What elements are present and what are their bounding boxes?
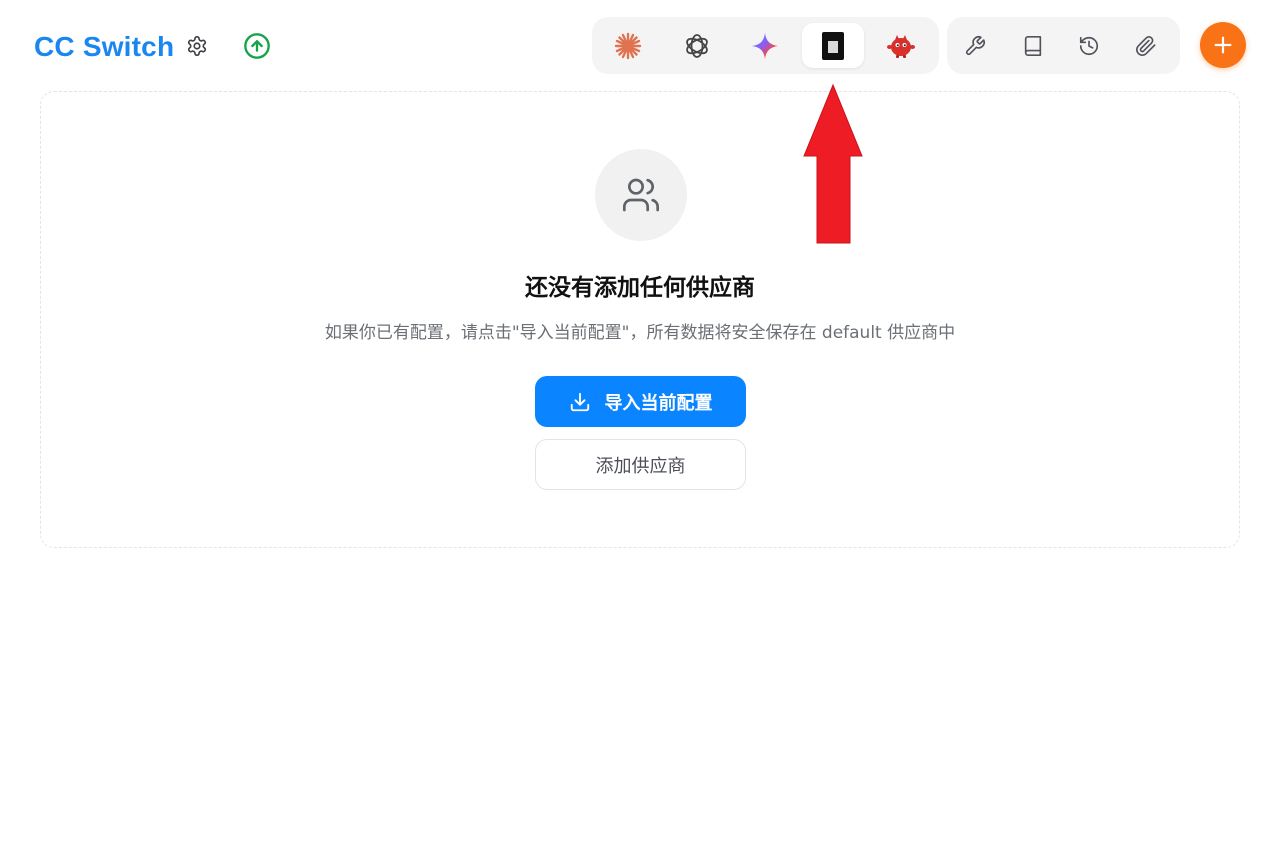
import-config-label: 导入当前配置 (604, 392, 713, 414)
app-tab-claude[interactable] (597, 23, 659, 68)
paperclip-icon (1136, 36, 1156, 56)
empty-state-card: 还没有添加任何供应商 如果你已有配置，请点击"导入当前配置"，所有数据将安全保存… (40, 91, 1240, 548)
app-switcher (592, 17, 939, 74)
gemini-sparkle-icon (752, 32, 778, 59)
download-icon (570, 392, 589, 411)
empty-state-description: 如果你已有配置，请点击"导入当前配置"，所有数据将安全保存在 default 供… (324, 323, 956, 343)
attachments-button[interactable] (1130, 30, 1162, 62)
dark-block-icon (822, 31, 844, 60)
empty-state-title: 还没有添加任何供应商 (525, 275, 755, 301)
wrench-icon (965, 36, 985, 56)
gear-icon (187, 36, 207, 56)
claude-starburst-icon (614, 32, 642, 59)
app-tab-mascot[interactable] (870, 23, 932, 68)
openai-knot-icon (686, 33, 708, 58)
users-icon (623, 178, 659, 212)
app-title: CC Switch (34, 31, 175, 62)
app-tab-terminal[interactable] (802, 23, 864, 68)
add-provider-fab[interactable] (1200, 22, 1246, 68)
app-tab-gemini[interactable] (734, 23, 796, 68)
import-config-button[interactable]: 导入当前配置 (535, 376, 746, 427)
plus-icon (1214, 36, 1232, 54)
tool-bar (947, 17, 1180, 74)
docs-button[interactable] (1017, 30, 1049, 62)
app-tab-openai[interactable] (666, 23, 728, 68)
history-button[interactable] (1073, 30, 1105, 62)
history-icon (1079, 36, 1099, 56)
book-icon (1024, 36, 1042, 56)
arrow-up-circle-icon (244, 33, 270, 59)
settings-button[interactable] (182, 31, 212, 61)
add-provider-label: 添加供应商 (595, 455, 686, 477)
tools-button[interactable] (959, 30, 991, 62)
update-button[interactable] (242, 31, 272, 61)
add-provider-button[interactable]: 添加供应商 (535, 439, 746, 490)
app-window: CC Switch 还没有添加任何供应商 如果你已有配置，请点击"导入当前配置"… (0, 0, 1280, 853)
annotation-arrow (803, 83, 863, 244)
red-mascot-icon (887, 34, 915, 58)
empty-state-illustration (595, 149, 687, 241)
